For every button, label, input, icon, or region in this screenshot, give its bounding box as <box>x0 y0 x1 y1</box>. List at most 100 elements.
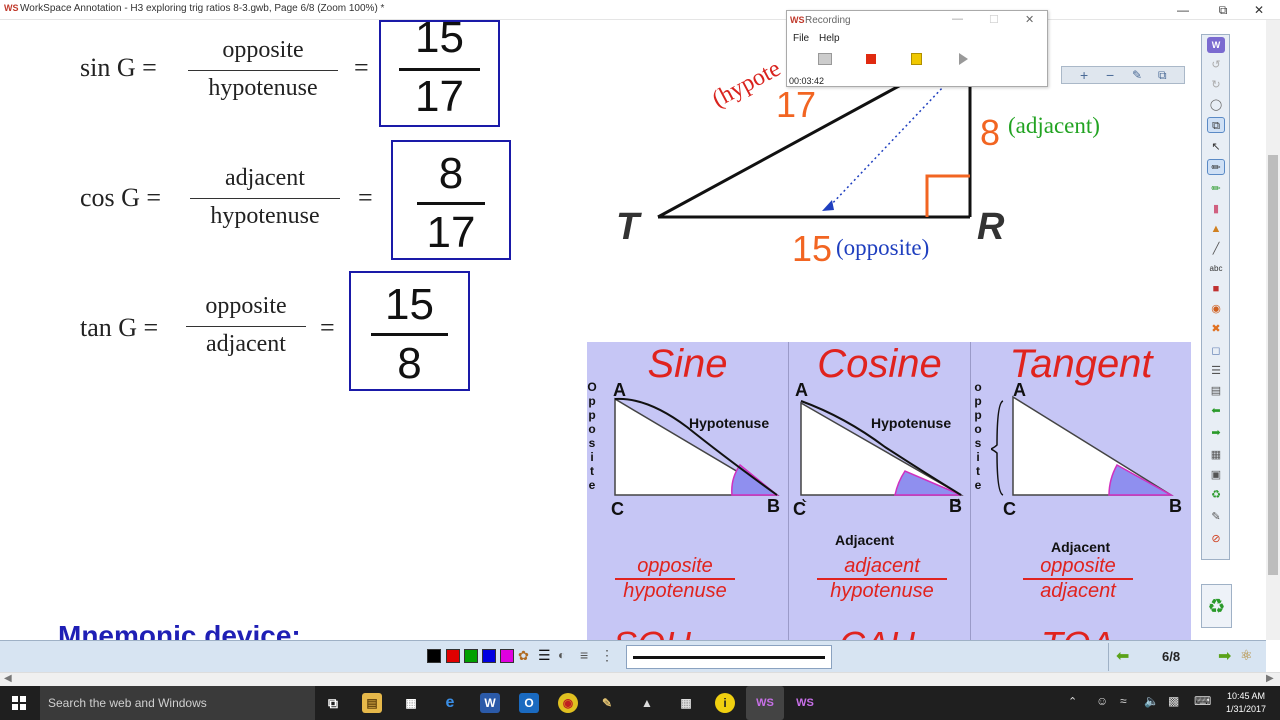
cos-equals: = <box>358 183 373 212</box>
sine-ratio-num: opposite <box>615 555 735 580</box>
play-icon[interactable] <box>959 53 968 65</box>
page-icon[interactable]: ⧉ <box>1207 117 1225 133</box>
color-black-swatch[interactable] <box>427 649 441 663</box>
restore-icon[interactable]: ⧉ <box>1208 0 1238 20</box>
transparency-icon[interactable]: ◐ <box>558 648 565 662</box>
edit-icon[interactable]: ✎ <box>1132 68 1142 82</box>
text-icon[interactable]: abc <box>1207 261 1225 277</box>
zoom-out-icon[interactable]: − <box>1106 67 1114 83</box>
recording-maximize-icon[interactable]: ☐ <box>989 13 999 26</box>
line-style-icon[interactable]: ≡ <box>580 647 588 663</box>
cosine-hypotenuse-label: Hypotenuse <box>871 415 952 431</box>
page-settings-icon[interactable]: ☰ <box>1207 363 1225 379</box>
recycle-icon[interactable]: ♻ <box>1207 487 1225 503</box>
stop-button[interactable] <box>866 54 876 64</box>
sine-column: Sine A B C Hypotenuse O p p o s i t e op… <box>587 342 789 640</box>
dash-style-icon[interactable]: ⋮ <box>600 647 614 664</box>
store-icon[interactable]: ▦ <box>401 693 421 713</box>
color-green-swatch[interactable] <box>464 649 478 663</box>
notes-icon[interactable]: ✎ <box>597 693 617 713</box>
word-icon[interactable]: W <box>480 693 500 713</box>
recycle-bin-icon[interactable]: ♻ <box>1201 584 1232 628</box>
side-17-label: 17 <box>776 84 817 125</box>
horizontal-scrollbar[interactable]: ◀ ▶ <box>0 672 1280 686</box>
save-icon[interactable]: ▣ <box>1207 467 1225 483</box>
shape-icon[interactable]: ▲ <box>1207 221 1225 237</box>
recording-window[interactable]: WS Recording — ☐ ✕ File Help 00:03:42 <box>786 10 1048 87</box>
recording-minimize-icon[interactable]: — <box>952 13 963 25</box>
ws-menu-icon[interactable]: W <box>1207 37 1225 53</box>
pen-icon[interactable]: ✏ <box>1207 159 1225 175</box>
color-red-swatch[interactable] <box>446 649 460 663</box>
cosine-vertex-c: C <box>793 499 806 519</box>
page-next-icon[interactable]: ➡ <box>1218 646 1231 666</box>
fill-icon[interactable]: ■ <box>1207 281 1225 297</box>
taskbar: Search the web and Windows ⧉ ▤ ▦ e W O ◉… <box>0 686 1280 720</box>
people-icon[interactable]: ☺ <box>1096 694 1108 708</box>
keyboard-icon[interactable]: ⌨ <box>1194 694 1211 708</box>
recording-close-icon[interactable]: ✕ <box>1025 13 1034 26</box>
select-icon[interactable]: ↖ <box>1207 139 1225 155</box>
pause-button[interactable] <box>911 53 922 65</box>
taskbar-search[interactable]: Search the web and Windows <box>40 686 315 720</box>
file-explorer-icon[interactable]: ▤ <box>362 693 382 713</box>
previous-page-icon[interactable]: ⬅ <box>1207 403 1225 419</box>
scrollbar-thumb[interactable] <box>1268 155 1278 575</box>
minimize-icon[interactable]: — <box>1168 0 1198 20</box>
windows-start-icon[interactable] <box>12 696 26 710</box>
eraser-icon[interactable]: ▮ <box>1207 201 1225 217</box>
delete-icon[interactable]: ✖ <box>1207 321 1225 337</box>
workspace-taskbar-2[interactable]: WS <box>786 686 824 720</box>
clear-icon[interactable]: ✎ <box>1207 509 1225 525</box>
page-prev-icon[interactable]: ⬅ <box>1116 646 1129 666</box>
chrome-icon[interactable]: ◉ <box>558 693 578 713</box>
outlook-icon[interactable]: O <box>519 693 539 713</box>
edge-icon[interactable]: e <box>440 693 460 713</box>
calculator-icon[interactable]: ▦ <box>676 693 696 713</box>
recording-menu-help[interactable]: Help <box>819 33 840 44</box>
volume-icon[interactable]: 🔈 <box>1144 694 1159 708</box>
scroll-right-icon[interactable]: ▶ <box>1266 673 1274 684</box>
clock-time: 10:45 AM <box>1226 691 1266 701</box>
insert-page-icon[interactable]: ▤ <box>1207 383 1225 399</box>
line-thickness-preview[interactable] <box>626 645 832 669</box>
palette-icon[interactable]: ✿ <box>518 648 529 664</box>
copy-icon[interactable]: ⧉ <box>1158 68 1167 83</box>
taskbar-clock[interactable]: 10:45 AM 1/31/2017 <box>1218 690 1274 716</box>
close-icon[interactable]: ✕ <box>1244 0 1274 20</box>
notifications-icon[interactable]: ▩ <box>1168 694 1179 708</box>
tangent-ratio-num: opposite <box>1023 555 1133 580</box>
photos-icon[interactable]: ▲ <box>637 693 657 713</box>
annotation-canvas[interactable]: sin G = opposite hypotenuse = 15 17 cos … <box>0 20 1266 640</box>
zoom-in-icon[interactable]: + <box>1080 67 1088 83</box>
color-blue-swatch[interactable] <box>482 649 496 663</box>
mouse-icon[interactable]: ◯ <box>1207 97 1225 113</box>
marker-icon[interactable]: ✏ <box>1207 181 1225 197</box>
scroll-left-icon[interactable]: ◀ <box>4 673 12 684</box>
app-icon-i[interactable]: i <box>715 693 735 713</box>
redo-icon[interactable]: ↻ <box>1207 77 1225 93</box>
workspace-taskbar-1[interactable]: WS <box>746 686 784 720</box>
record-button[interactable] <box>818 53 832 65</box>
next-page-icon[interactable]: ➡ <box>1207 425 1225 441</box>
task-view-icon[interactable]: ⧉ <box>323 693 343 713</box>
cosine-triangle <box>800 400 964 502</box>
sin-answer-bar <box>399 68 480 71</box>
tangent-column: Tangent A B C Adjacent o p p o s i t e o… <box>971 342 1191 640</box>
sin-formula: sin G = opposite hypotenuse = 15 17 <box>80 20 520 135</box>
recording-menu-file[interactable]: File <box>793 33 809 44</box>
line-icon[interactable]: ╱ <box>1207 241 1225 257</box>
grid-icon[interactable]: ▦ <box>1207 447 1225 463</box>
adjacent-annotation-text: (adjacent) <box>1008 113 1100 138</box>
color-magenta-swatch[interactable] <box>500 649 514 663</box>
wifi-icon[interactable]: ≈ <box>1120 694 1127 708</box>
opposite-annotation: (opposite) <box>836 235 929 261</box>
screen-capture-icon[interactable]: ◉ <box>1207 301 1225 317</box>
tray-chevron-icon[interactable]: ⌃ <box>1068 695 1077 708</box>
exit-icon[interactable]: ⊘ <box>1207 531 1225 547</box>
new-page-icon[interactable]: ◻ <box>1207 343 1225 359</box>
vertical-scrollbar[interactable] <box>1266 20 1280 640</box>
line-width-icon[interactable]: ☰ <box>538 647 551 664</box>
undo-icon[interactable]: ↺ <box>1207 57 1225 73</box>
page-sorter-icon[interactable]: ⚛ <box>1240 647 1253 664</box>
